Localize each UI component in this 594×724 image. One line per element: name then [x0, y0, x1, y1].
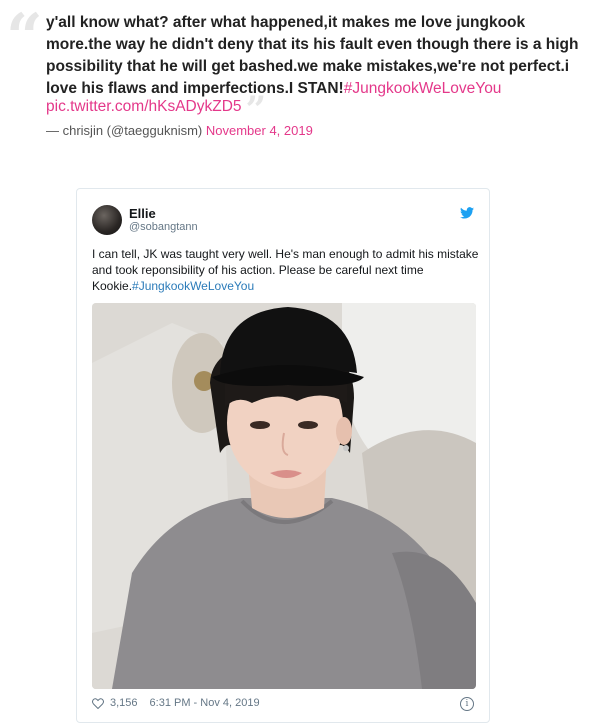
tweet-timestamp[interactable]: 6:31 PM - Nov 4, 2019 — [150, 697, 260, 709]
quote-hashtag-link[interactable]: #JungkookWeLoveYou — [344, 80, 502, 97]
embedded-tweet-card: Ellie @sobangtann I can tell, JK was tau… — [76, 188, 490, 723]
heart-icon[interactable] — [92, 697, 104, 709]
twitter-bird-icon[interactable] — [460, 207, 474, 219]
quote-attribution: — chrisjin (@taegguknism) November 4, 20… — [46, 123, 313, 138]
tweet-photo-illustration — [92, 303, 476, 689]
tweet-user-handle[interactable]: @sobangtann — [129, 221, 198, 233]
tweet-photo[interactable] — [92, 303, 476, 689]
tweet-user-name[interactable]: Ellie — [129, 206, 156, 221]
quote-open-mark: “ — [6, 0, 43, 75]
quote-date-link[interactable]: November 4, 2019 — [206, 123, 313, 138]
tweet-hashtag-link[interactable]: #JungkookWeLoveYou — [132, 279, 254, 293]
quote-author: — chrisjin (@taegguknism) — [46, 123, 203, 138]
embedded-quote: y'all know what? after what happened,it … — [46, 12, 586, 100]
tweet-footer: 3,156 6:31 PM - Nov 4, 2019 — [92, 697, 476, 709]
quote-pic-link[interactable]: pic.twitter.com/hKsADykZD5 — [46, 98, 242, 115]
avatar[interactable] — [92, 205, 122, 235]
tweet-text: I can tell, JK was taught very well. He'… — [92, 246, 482, 294]
like-count[interactable]: 3,156 — [110, 697, 138, 709]
info-icon[interactable]: i — [460, 697, 474, 711]
